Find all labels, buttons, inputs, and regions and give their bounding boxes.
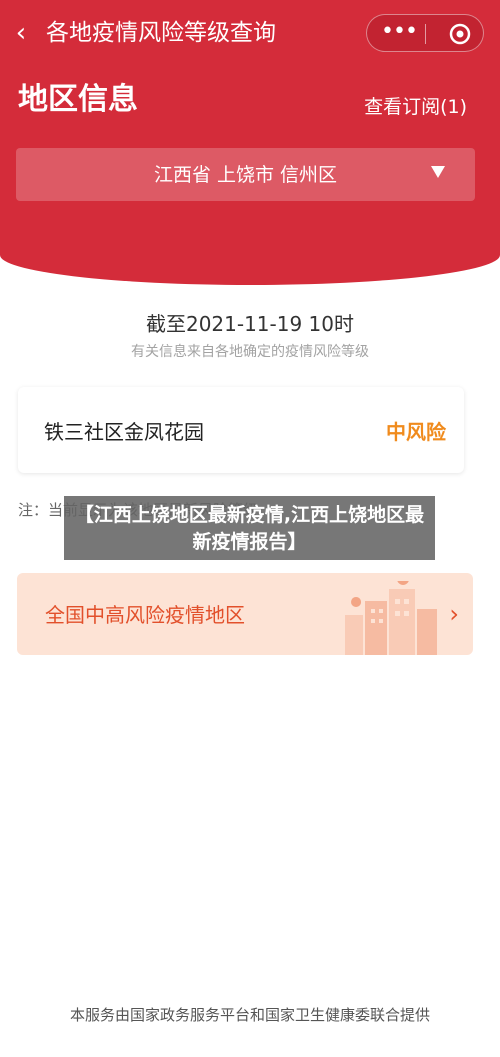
- mini-program-capsule: •••: [366, 14, 484, 52]
- national-risk-areas-button[interactable]: 全国中高风险疫情地区 ›: [17, 573, 473, 655]
- header-banner: ‹ 各地疫情风险等级查询 ••• 地区信息 查看订阅(1) 江西省 上饶市 信州…: [0, 0, 500, 285]
- page-title: 各地疫情风险等级查询: [46, 20, 276, 46]
- chevron-left-icon[interactable]: ‹: [10, 20, 32, 46]
- dropdown-arrow-icon: [431, 166, 445, 178]
- more-dots-icon[interactable]: •••: [381, 21, 418, 43]
- capsule-divider: [425, 24, 426, 44]
- caption-overlay: 【江西上饶地区最新疫情,江西上饶地区最新疫情报告】: [64, 496, 435, 560]
- risk-level-badge: 中风险: [386, 420, 446, 444]
- city-buildings-icon: [345, 581, 437, 655]
- chevron-right-icon: ›: [449, 600, 459, 628]
- footer-attribution: 本服务由国家政务服务平台和国家卫生健康委联合提供: [69, 1006, 430, 1024]
- source-note: 有关信息来自各地确定的疫情风险等级: [131, 344, 369, 360]
- area-name: 铁三社区金凤花园: [44, 420, 204, 444]
- region-select-value: 江西省 上饶市 信州区: [153, 164, 338, 186]
- as-of-timestamp: 截至2021-11-19 10时: [145, 312, 355, 336]
- view-subscriptions-link[interactable]: 查看订阅(1): [364, 94, 467, 120]
- area-risk-card[interactable]: 铁三社区金凤花园 中风险: [18, 387, 464, 473]
- national-risk-areas-label: 全国中高风险疫情地区: [45, 603, 245, 627]
- region-info-heading: 地区信息: [18, 82, 138, 117]
- target-circle-icon[interactable]: [449, 23, 471, 45]
- region-select[interactable]: 江西省 上饶市 信州区: [16, 148, 475, 201]
- caption-overlay-text: 【江西上饶地区最新疫情,江西上饶地区最新疫情报告】: [74, 504, 425, 553]
